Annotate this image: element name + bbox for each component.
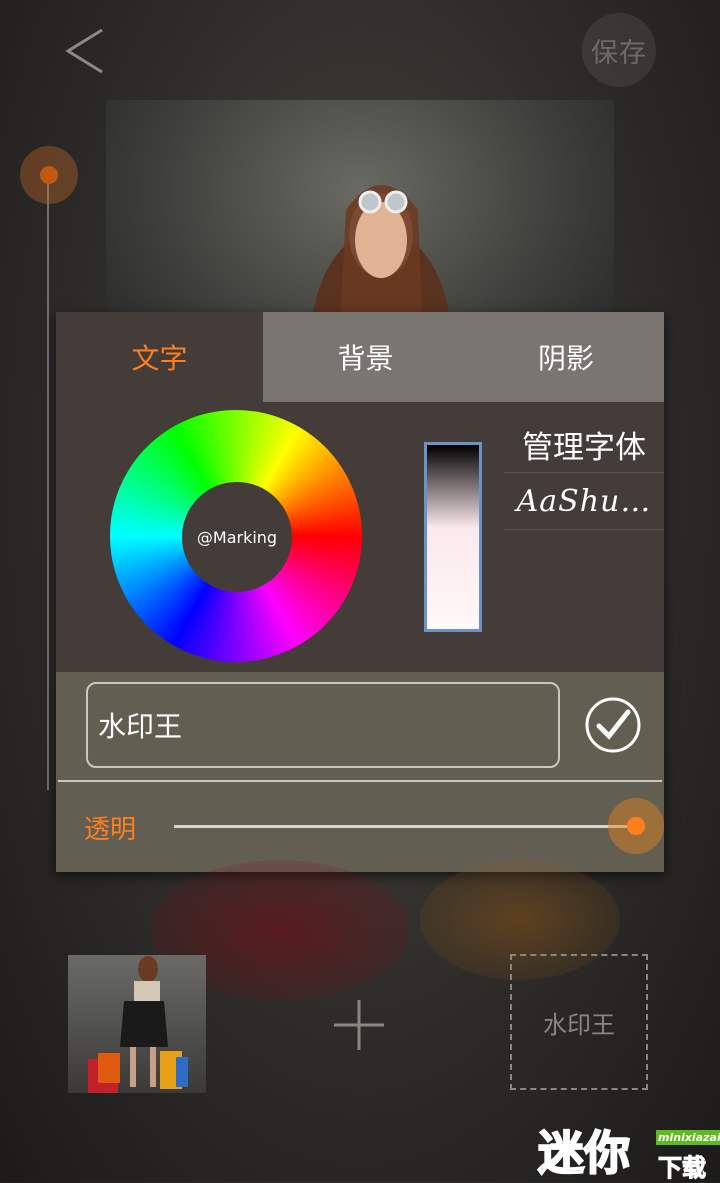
save-button[interactable]: 保存 — [582, 13, 656, 87]
watermark-preview-box[interactable]: 水印王 — [510, 954, 648, 1090]
brightness-bar[interactable] — [424, 442, 482, 632]
tab-text[interactable]: 文字 — [56, 312, 263, 402]
checkmark-icon — [585, 697, 641, 753]
tab-shadow[interactable]: 阴影 — [468, 312, 664, 402]
logo-sub-text: 下载 — [658, 1154, 707, 1183]
watermark-text-input[interactable] — [86, 682, 560, 768]
confirm-button[interactable] — [584, 696, 642, 754]
size-slider-track[interactable] — [47, 175, 49, 790]
plus-icon — [334, 1000, 384, 1050]
manage-fonts-button[interactable]: 管理字体 — [504, 416, 664, 473]
opacity-label: 透明 — [84, 815, 137, 845]
add-template-button[interactable] — [334, 1000, 384, 1050]
text-input-area: 透明 — [56, 672, 664, 872]
tab-background[interactable]: 背景 — [263, 312, 468, 402]
divider — [58, 780, 662, 782]
back-arrow-icon — [65, 28, 103, 74]
opacity-slider-knob[interactable] — [627, 817, 645, 835]
font-panel: 管理字体 AaShu… — [504, 416, 664, 530]
color-wheel-center-label: @Marking — [182, 482, 292, 592]
text-style-panel: 文字 背景 阴影 @Marking 管理字体 AaShu… 透明 — [56, 312, 664, 872]
logo-en-text: minixiazai — [656, 1130, 720, 1145]
logo-text: 迷你 — [537, 1125, 631, 1181]
template-thumbnail[interactable] — [68, 955, 206, 1093]
thumbnail-image — [88, 956, 188, 1093]
style-tabs: 文字 背景 阴影 — [56, 312, 664, 402]
back-button[interactable] — [58, 26, 110, 78]
current-font-item[interactable]: AaShu… — [504, 473, 664, 530]
site-logo: 迷你 minixiazai 下载 — [537, 1124, 720, 1183]
size-slider-knob[interactable] — [40, 166, 58, 184]
opacity-slider-track[interactable] — [174, 825, 640, 828]
